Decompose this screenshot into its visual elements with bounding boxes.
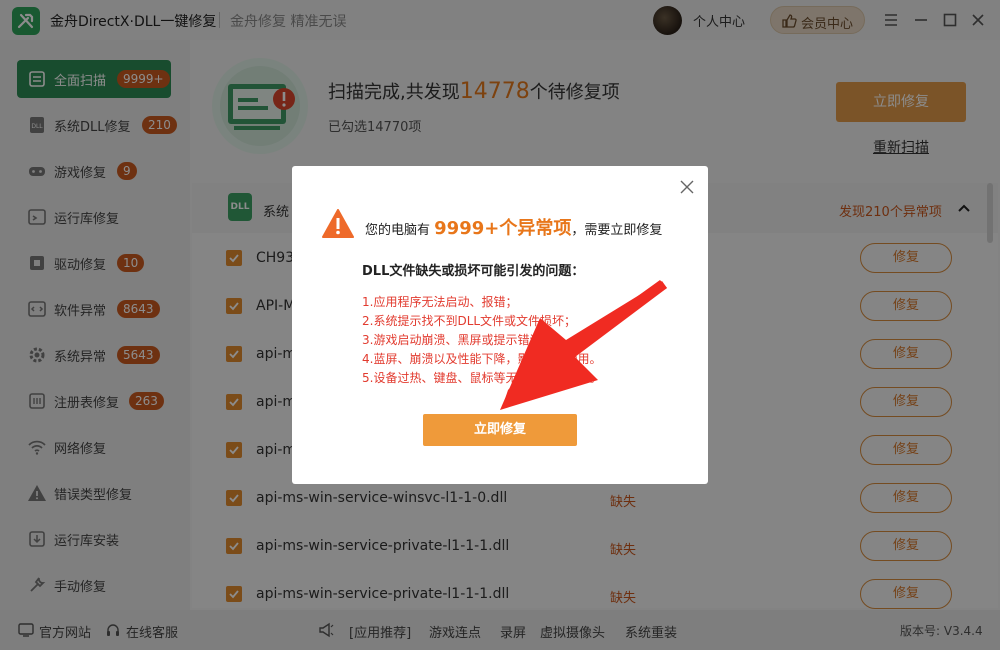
- dialog-fix-button[interactable]: 立即修复: [423, 414, 577, 446]
- issue-list: 1.应用程序无法启动、报错； 2.系统提示找不到DLL文件或文件损坏； 3.游戏…: [362, 293, 601, 388]
- issue-item: 3.游戏启动崩溃、黑屏或提示错误等；: [362, 333, 566, 347]
- headline-highlight: 9999+个异常项: [434, 218, 572, 239]
- dialog-subtitle: DLL文件缺失或损坏可能引发的问题：: [362, 264, 585, 279]
- close-icon[interactable]: [680, 180, 694, 194]
- issue-item: 2.系统提示找不到DLL文件或文件损坏；: [362, 314, 577, 328]
- warning-icon: [322, 209, 354, 238]
- repair-alert-dialog: 您的电脑有 9999+个异常项，需要立即修复 DLL文件缺失或损坏可能引发的问题…: [292, 166, 708, 484]
- issue-item: 1.应用程序无法启动、报错；: [362, 295, 518, 309]
- issue-item: 4.蓝屏、崩溃以及性能下降，影响正常使用。: [362, 352, 602, 366]
- dialog-headline: 您的电脑有 9999+个异常项，需要立即修复: [365, 214, 662, 240]
- headline-prefix: 您的电脑有: [365, 223, 431, 238]
- headline-suffix: ，需要立即修复: [571, 223, 663, 238]
- issue-item: 5.设备过热、键盘、鼠标等无响应或不响应。: [362, 371, 602, 385]
